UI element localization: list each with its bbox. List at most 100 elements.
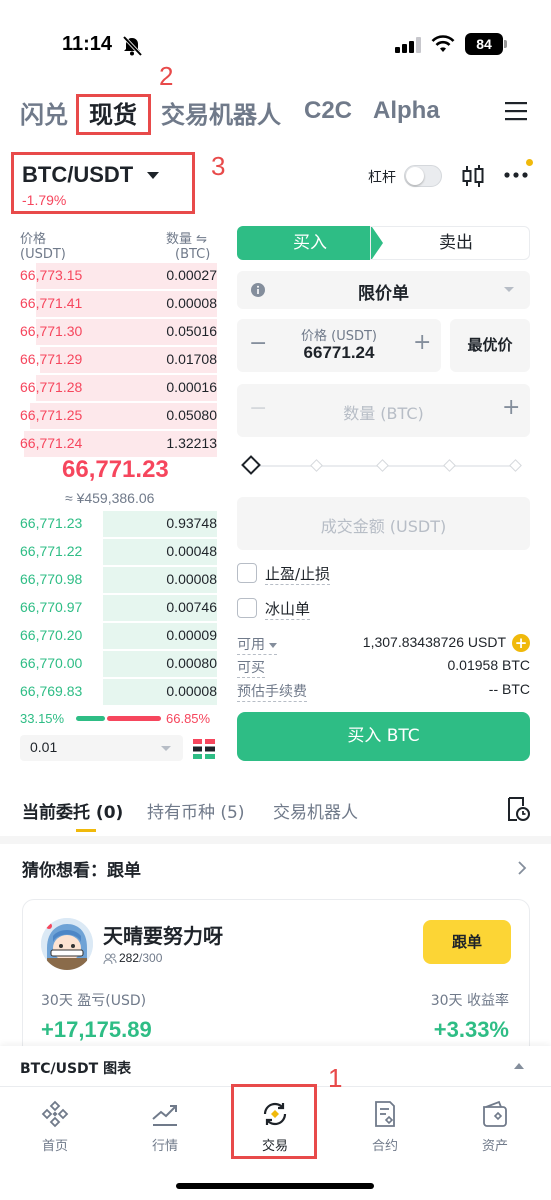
ask-row[interactable]: 66,771.41 0.00008 [20,290,217,318]
total-amount-input[interactable]: 成交金额 (USDT) [237,497,530,550]
bid-row[interactable]: 66,769.83 0.00008 [20,678,217,706]
tab-trading-bots[interactable]: 交易机器人 [161,95,281,130]
wifi-icon [431,35,455,52]
bid-row[interactable]: 66,770.97 0.00746 [20,594,217,622]
slider-step-50[interactable] [376,459,389,472]
tab-c2c[interactable]: C2C [304,97,352,125]
ask-qty: 0.00016 [166,379,217,395]
price-input-label: 价格 (USDT) [301,329,377,344]
ask-row[interactable]: 66,771.25 0.05080 [20,402,217,430]
increase-price-button[interactable]: + [413,330,431,355]
home-icon [41,1100,69,1128]
chart-drawer-label: BTC/USDT 图表 [20,1061,132,1077]
bid-qty: 0.00008 [166,683,217,699]
tab-alpha[interactable]: Alpha [373,97,440,125]
buy-btc-button[interactable]: 买入 BTC [237,712,530,761]
available-value: 1,307.83438726 USDT [362,634,506,650]
nav-markets[interactable]: 行情 [125,1099,205,1154]
annotation-box-2 [76,94,151,135]
total-amount-placeholder: 成交金额 (USDT) [320,517,447,536]
best-price-button[interactable]: 最优价 [450,319,530,372]
ask-row[interactable]: 66,771.29 0.01708 [20,346,217,374]
menu-icon[interactable] [505,101,527,121]
ask-price: 66,771.25 [20,407,83,423]
markets-icon [152,1105,177,1126]
available-label[interactable]: 可用 [237,634,277,655]
caret-up-icon[interactable] [514,1063,524,1069]
ask-row[interactable]: 66,771.28 0.00016 [20,374,217,402]
copy-trade-button[interactable]: 跟单 [423,920,511,964]
bid-price: 66,771.22 [20,543,83,559]
precision-select[interactable]: 0.01 [20,735,183,761]
ask-row[interactable]: 66,773.15 0.00027 [20,262,217,290]
bid-qty: 0.93748 [166,515,217,531]
orderbook-layout-icon[interactable] [193,738,215,760]
bid-row[interactable]: 66,770.98 0.00008 [20,566,217,594]
ask-qty: 0.00008 [166,295,217,311]
slider-step-25[interactable] [310,459,323,472]
ask-price: 66,771.41 [20,295,83,311]
active-tab-indicator [76,829,96,832]
tab-holdings[interactable]: 持有币种 (5) [147,798,244,823]
bid-qty: 0.00009 [166,627,217,643]
tab-bots[interactable]: 交易机器人 [273,798,358,823]
ask-row[interactable]: 66,771.24 1.32213 [20,430,217,458]
sell-tab[interactable]: 卖出 [370,226,530,260]
home-indicator [176,1183,374,1189]
tp-sl-label[interactable]: 止盈/止损 [265,563,331,585]
leverage-toggle[interactable] [404,165,442,187]
bid-price: 66,770.00 [20,655,83,671]
bid-price: 66,770.98 [20,571,83,587]
copy-trading-suggestion-title: 猜你想看：跟单 [22,861,141,881]
candlestick-icon[interactable] [461,164,485,188]
bid-price: 66,771.23 [20,515,83,531]
ask-row[interactable]: 66,771.30 0.05016 [20,318,217,346]
battery-indicator: 84 [465,33,507,55]
bid-price: 66,770.20 [20,627,83,643]
price-input[interactable]: − 价格 (USDT) 66771.24 + [237,319,441,372]
increase-quantity-button[interactable]: + [502,395,520,420]
order-history-icon[interactable] [506,796,530,822]
nav-assets[interactable]: 资产 [455,1099,535,1154]
bid-qty: 0.00048 [166,543,217,559]
order-type-select[interactable]: 限价单 [237,271,530,309]
pnl-label: 30天 盈亏(USD) [41,993,147,1009]
copy-trader-card[interactable]: 天晴要努力呀 282/300 跟单 30天 盈亏(USD) 30天 收益率 +1… [22,899,530,1059]
pair-selector[interactable]: BTC/USDT [22,162,133,188]
quantity-input[interactable]: − 数量 (BTC) + [237,384,530,437]
ask-qty: 0.05016 [166,323,217,339]
section-divider [0,836,551,844]
tab-open-orders[interactable]: 当前委托 (0) [22,798,123,823]
buy-tab[interactable]: 买入 [237,226,383,260]
caret-down-icon [161,746,171,751]
add-funds-icon[interactable]: + [512,634,530,652]
more-icon[interactable] [504,168,528,182]
iceberg-checkbox[interactable] [237,598,257,618]
bid-row[interactable]: 66,770.00 0.00080 [20,650,217,678]
fee-label[interactable]: 预估手续费 [237,681,307,702]
bid-row[interactable]: 66,771.22 0.00048 [20,538,217,566]
bid-row[interactable]: 66,771.23 0.93748 [20,510,217,538]
buy-ratio: 33.15% [20,711,65,726]
chart-drawer-bar[interactable]: BTC/USDT 图表 [0,1046,551,1086]
precision-value: 0.01 [30,739,58,755]
bid-row[interactable]: 66,770.20 0.00009 [20,622,217,650]
bid-qty: 0.00080 [166,655,217,671]
buy-ratio-bar [76,716,105,721]
price-input-value[interactable]: 66771.24 [237,343,441,363]
nav-futures[interactable]: 合约 [345,1099,425,1154]
slider-step-75[interactable] [443,459,456,472]
can-buy-label: 可买 [237,657,265,678]
slider-handle[interactable] [241,455,261,475]
caret-down-icon[interactable] [147,172,159,179]
tab-convert[interactable]: 闪兑 [20,95,68,130]
tp-sl-checkbox[interactable] [237,563,257,583]
orderbook-qty-header[interactable]: 数量 ⇋ [166,228,207,247]
nav-home[interactable]: 首页 [15,1099,95,1154]
ask-qty: 1.32213 [166,435,217,451]
quantity-placeholder: 数量 (BTC) [343,404,424,423]
iceberg-label[interactable]: 冰山单 [265,598,311,620]
slider-step-100[interactable] [509,459,522,472]
info-icon[interactable] [251,283,265,297]
chevron-right-icon[interactable] [517,860,527,876]
